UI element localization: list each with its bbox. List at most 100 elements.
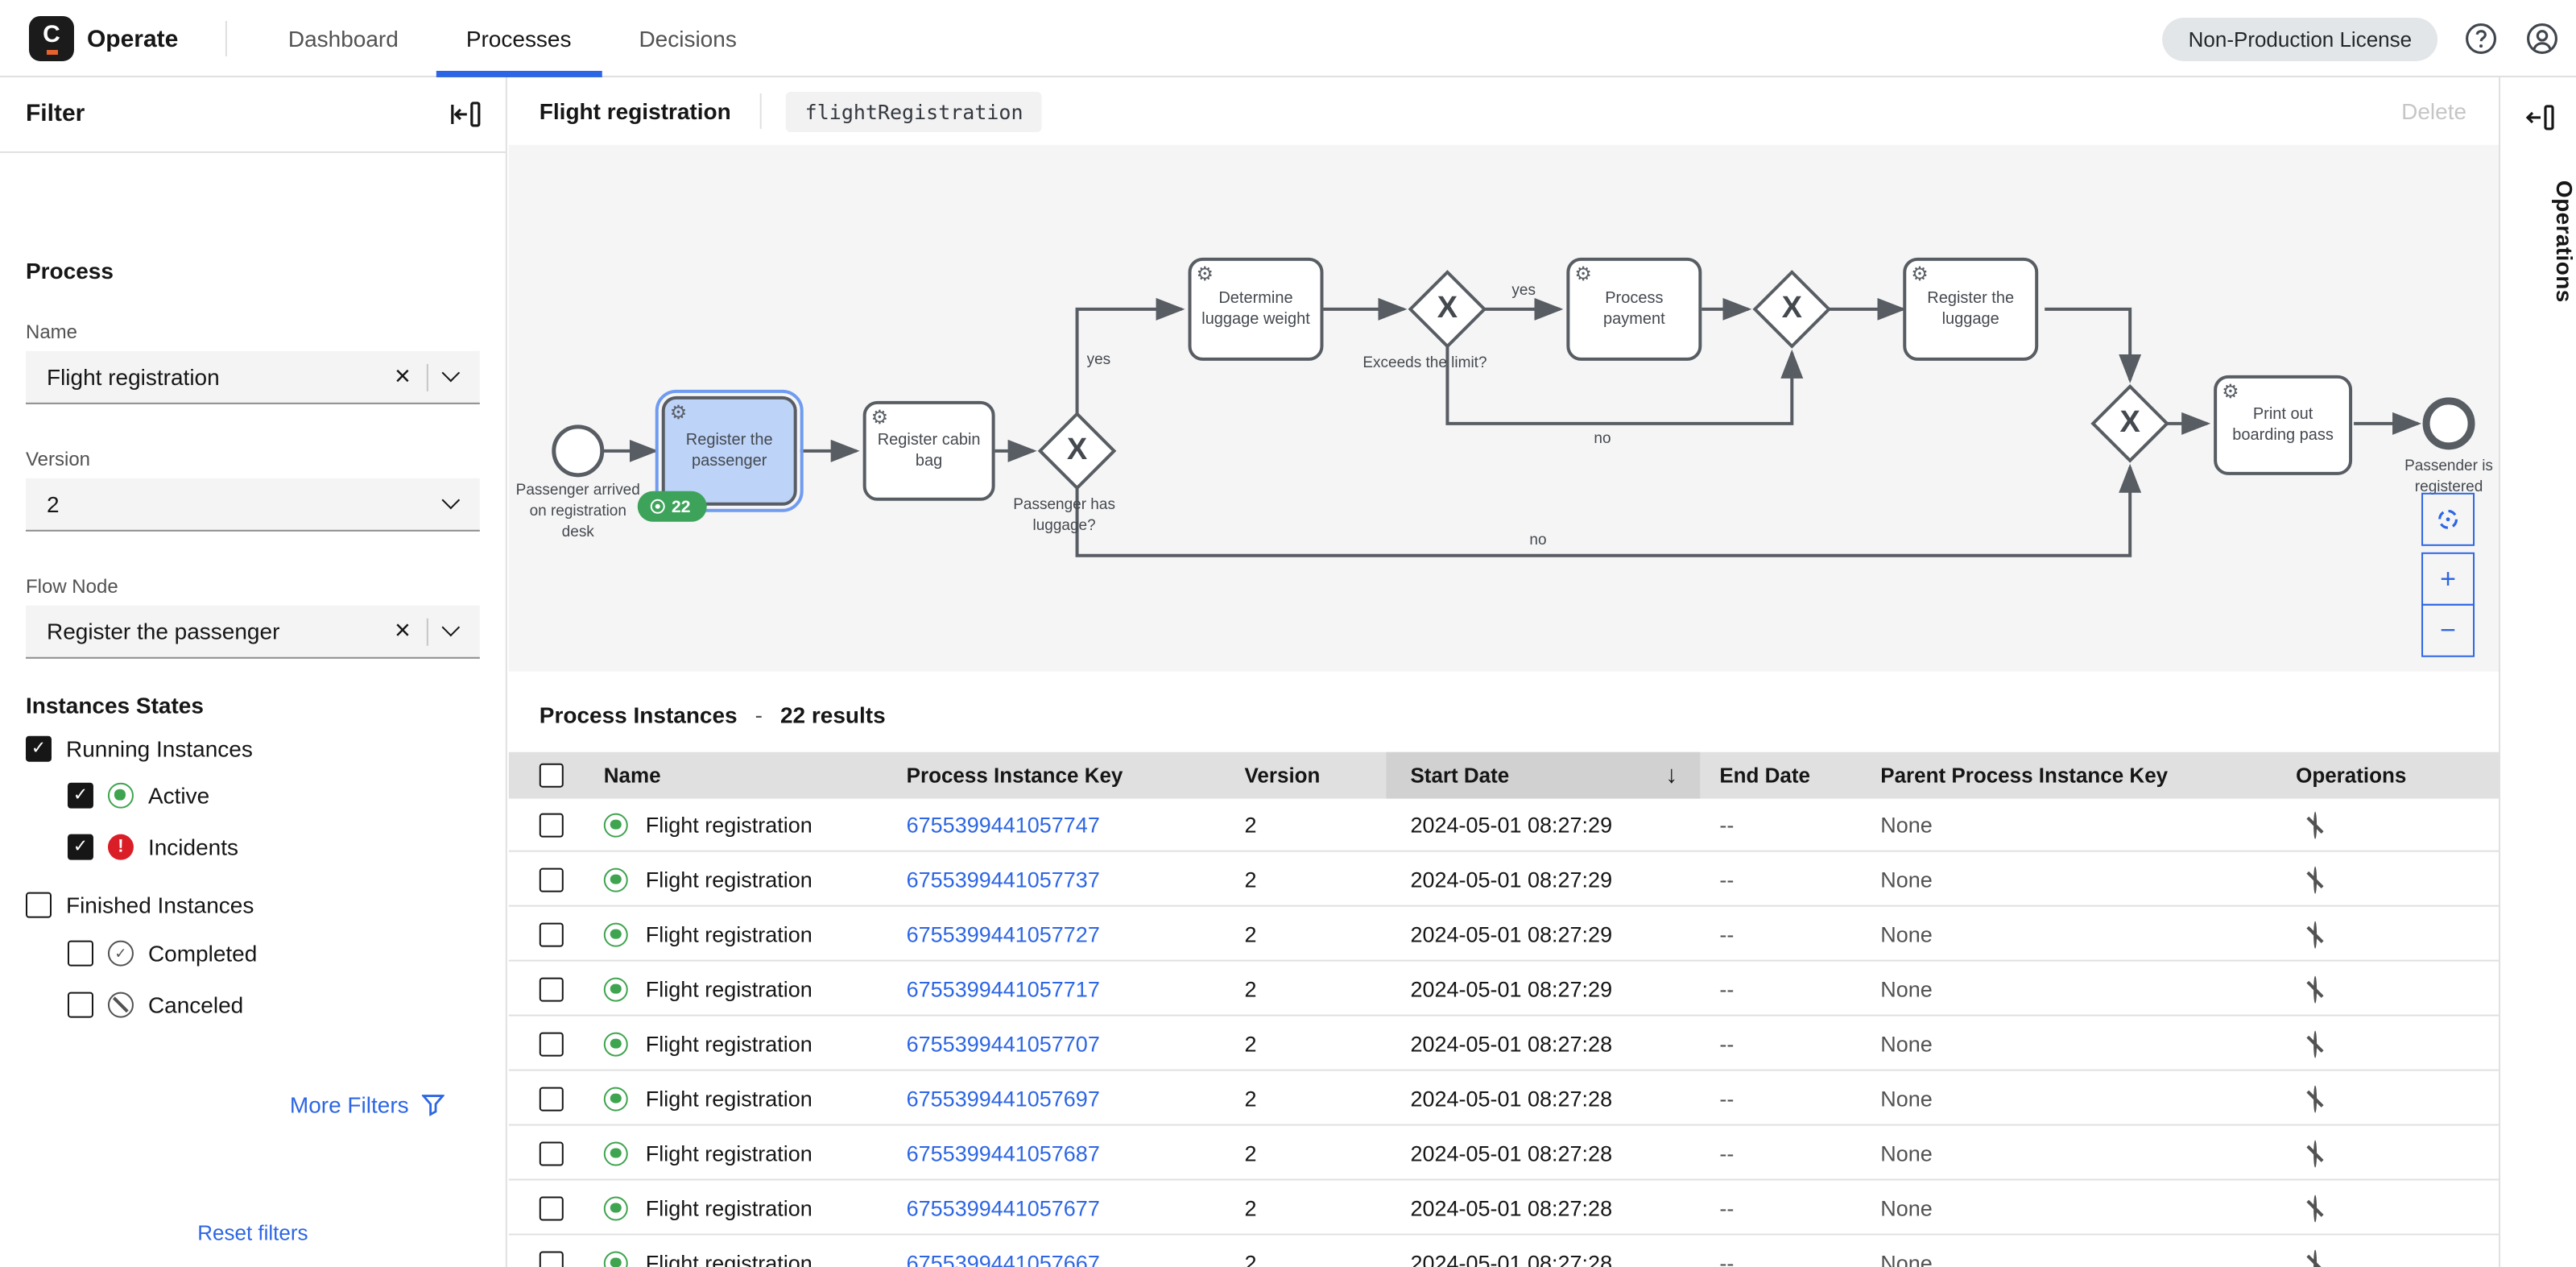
column-end-date[interactable]: End Date xyxy=(1700,764,1861,788)
user-icon[interactable] xyxy=(2524,21,2560,56)
checkbox[interactable] xyxy=(68,992,93,1018)
column-name[interactable]: Name xyxy=(586,764,887,788)
row-checkbox[interactable] xyxy=(540,1141,564,1166)
cancel-operation-icon[interactable] xyxy=(2313,1195,2317,1222)
task-register-the-passenger[interactable]: ⚙ Register the passenger xyxy=(662,396,797,506)
instance-parent-key: None xyxy=(1861,867,2256,892)
checkbox[interactable] xyxy=(26,736,52,762)
checkbox-active[interactable]: Active xyxy=(68,783,209,809)
checkbox-completed[interactable]: ✓ Completed xyxy=(68,941,257,967)
tab-decisions[interactable]: Decisions xyxy=(605,0,770,77)
process-name-combobox[interactable]: Flight registration × xyxy=(26,351,480,404)
column-start-date[interactable]: Start Date ↓ xyxy=(1386,752,1700,799)
operations-panel-title[interactable]: Operations xyxy=(2500,180,2576,303)
help-icon[interactable] xyxy=(2463,21,2499,56)
column-version[interactable]: Version xyxy=(1226,764,1387,788)
row-checkbox[interactable] xyxy=(540,1196,564,1220)
table-row[interactable]: Flight registration 6755399441057707 2 2… xyxy=(509,1018,2499,1071)
badge-count: 22 xyxy=(672,497,690,516)
instance-parent-key: None xyxy=(1861,1032,2256,1056)
table-row[interactable]: Flight registration 6755399441057737 2 2… xyxy=(509,854,2499,907)
table-row[interactable]: Flight registration 6755399441057687 2 2… xyxy=(509,1128,2499,1181)
checkbox[interactable] xyxy=(68,783,93,809)
cancel-operation-icon[interactable] xyxy=(2313,811,2317,838)
gateway-merge-luggage[interactable]: X xyxy=(2093,387,2167,461)
version-value: 2 xyxy=(26,491,428,517)
process-name-value: Flight registration xyxy=(26,364,378,390)
checkbox-running-instances[interactable]: Running Instances xyxy=(26,736,253,762)
version-dropdown[interactable]: 2 xyxy=(26,478,480,532)
instance-key-link[interactable]: 6755399441057717 xyxy=(907,977,1100,1001)
checkbox[interactable] xyxy=(26,892,52,918)
chevron-down-icon[interactable] xyxy=(442,491,461,509)
cancel-operation-icon[interactable] xyxy=(2313,1249,2317,1267)
reset-filters-button[interactable]: Reset filters xyxy=(0,1221,506,1245)
column-parent-key[interactable]: Parent Process Instance Key xyxy=(1861,764,2256,788)
camunda-logo[interactable]: C xyxy=(29,16,74,61)
delete-button[interactable]: Delete xyxy=(2401,98,2466,124)
select-all-checkbox[interactable] xyxy=(540,764,564,788)
cancel-operation-icon[interactable] xyxy=(2313,866,2317,893)
diagram-zoom-in-button[interactable]: + xyxy=(2421,553,2475,606)
instance-key-link[interactable]: 6755399441057687 xyxy=(907,1141,1100,1166)
process-section-title: Process xyxy=(26,258,114,284)
bpmn-diagram[interactable]: ⚙ Register the passenger 22 ⚙ Register c… xyxy=(509,145,2499,672)
chevron-down-icon[interactable] xyxy=(442,618,461,636)
checkbox[interactable] xyxy=(68,834,93,860)
column-process-instance-key[interactable]: Process Instance Key xyxy=(887,764,1226,788)
flow-node-combobox[interactable]: Register the passenger × xyxy=(26,606,480,659)
cancel-operation-icon[interactable] xyxy=(2313,1030,2317,1058)
table-row[interactable]: Flight registration 6755399441057727 2 2… xyxy=(509,909,2499,962)
task-register-cabin-bag[interactable]: ⚙ Register cabin bag xyxy=(863,401,995,501)
row-checkbox[interactable] xyxy=(540,1251,564,1267)
more-filters-button[interactable]: More Filters xyxy=(290,1092,444,1118)
cancel-operation-icon[interactable] xyxy=(2313,1140,2317,1167)
checkbox-label: Completed xyxy=(148,941,257,967)
checkbox[interactable] xyxy=(68,941,93,967)
row-checkbox[interactable] xyxy=(540,813,564,837)
checkbox-finished-instances[interactable]: Finished Instances xyxy=(26,892,254,918)
column-label: Start Date xyxy=(1410,764,1509,788)
checkbox-incidents[interactable]: ! Incidents xyxy=(68,834,238,860)
instance-key-link[interactable]: 6755399441057737 xyxy=(907,867,1100,892)
collapse-panel-icon[interactable] xyxy=(448,97,483,132)
instance-key-link[interactable]: 6755399441057707 xyxy=(907,1032,1100,1056)
tab-dashboard[interactable]: Dashboard xyxy=(254,0,432,77)
instance-key-link[interactable]: 6755399441057677 xyxy=(907,1196,1100,1220)
instance-key-link[interactable]: 6755399441057667 xyxy=(907,1251,1100,1267)
active-status-icon xyxy=(604,1251,628,1267)
row-checkbox[interactable] xyxy=(540,1087,564,1111)
task-print-out-boarding-pass[interactable]: ⚙ Print out boarding pass xyxy=(2214,375,2352,475)
cancel-operation-icon[interactable] xyxy=(2313,975,2317,1003)
clear-flow-node-icon[interactable]: × xyxy=(378,615,427,648)
cancel-operation-icon[interactable] xyxy=(2313,1085,2317,1112)
row-checkbox[interactable] xyxy=(540,977,564,1001)
instance-key-link[interactable]: 6755399441057697 xyxy=(907,1087,1100,1111)
gateway-exceeds-the-limit[interactable]: X xyxy=(1410,272,1484,346)
cancel-operation-icon[interactable] xyxy=(2313,921,2317,948)
table-row[interactable]: Flight registration 6755399441057677 2 2… xyxy=(509,1182,2499,1236)
table-row[interactable]: Flight registration 6755399441057717 2 2… xyxy=(509,963,2499,1016)
row-checkbox[interactable] xyxy=(540,922,564,946)
gateway-passenger-has-luggage[interactable]: X xyxy=(1040,414,1114,488)
clear-name-icon[interactable]: × xyxy=(378,361,427,393)
tab-processes[interactable]: Processes xyxy=(432,0,606,77)
row-checkbox[interactable] xyxy=(540,867,564,892)
gateway-merge-payment[interactable]: X xyxy=(1755,272,1829,346)
diagram-zoom-out-button[interactable]: − xyxy=(2421,604,2475,657)
instance-key-link[interactable]: 6755399441057747 xyxy=(907,813,1100,837)
task-process-payment[interactable]: ⚙ Process payment xyxy=(1566,258,1701,361)
expand-operations-icon[interactable] xyxy=(2521,100,2557,135)
task-register-the-luggage[interactable]: ⚙ Register the luggage xyxy=(1903,258,2038,361)
checkbox-canceled[interactable]: Canceled xyxy=(68,992,243,1018)
diagram-reset-view-button[interactable] xyxy=(2421,493,2475,546)
edge-label-no: no xyxy=(1594,430,1611,448)
row-checkbox[interactable] xyxy=(540,1032,564,1056)
table-row[interactable]: Flight registration 6755399441057667 2 2… xyxy=(509,1237,2499,1267)
table-row[interactable]: Flight registration 6755399441057747 2 2… xyxy=(509,799,2499,852)
table-row[interactable]: Flight registration 6755399441057697 2 2… xyxy=(509,1073,2499,1126)
instance-key-link[interactable]: 6755399441057727 xyxy=(907,922,1100,946)
task-determine-luggage-weight[interactable]: ⚙ Determine luggage weight xyxy=(1189,258,1324,361)
sort-descending-icon[interactable]: ↓ xyxy=(1665,762,1677,789)
chevron-down-icon[interactable] xyxy=(442,363,461,382)
